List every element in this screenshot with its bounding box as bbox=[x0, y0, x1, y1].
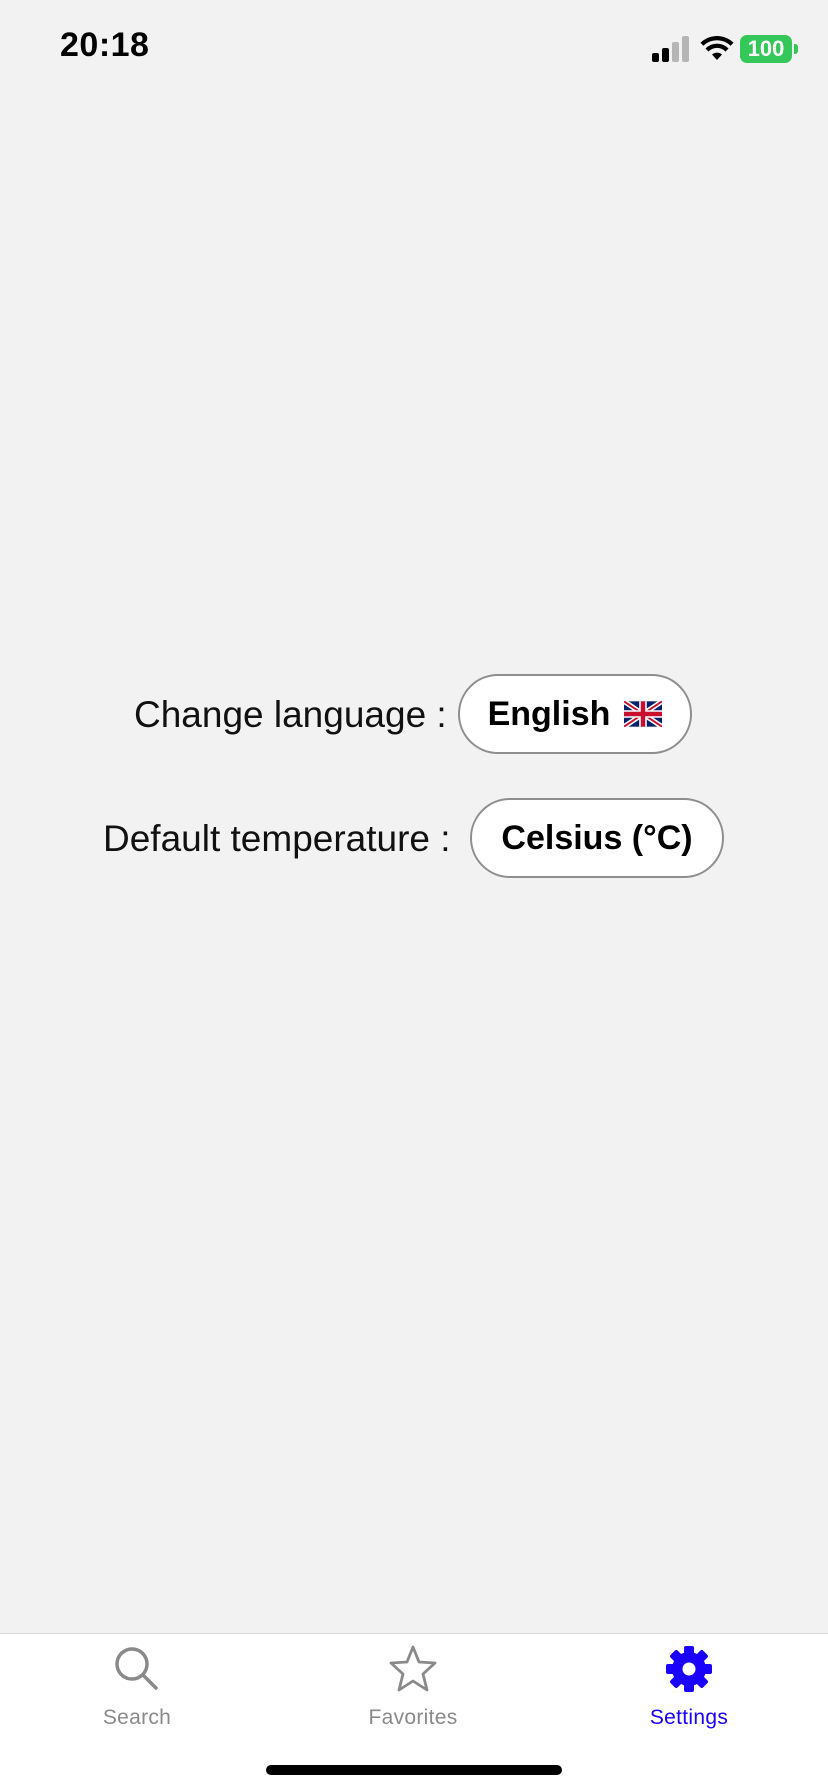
temperature-setting-row: Default temperature : Celsius (°C) bbox=[0, 798, 828, 882]
language-value: English bbox=[487, 694, 611, 733]
tab-favorites-label: Favorites bbox=[368, 1706, 458, 1729]
temperature-label: Default temperature : bbox=[103, 818, 451, 859]
uk-flag-icon bbox=[624, 701, 663, 727]
gear-icon bbox=[666, 1646, 712, 1692]
language-button[interactable]: English bbox=[458, 674, 692, 754]
battery-level: 100 bbox=[747, 36, 785, 61]
temperature-button[interactable]: Celsius (°C) bbox=[470, 798, 724, 878]
cellular-signal-icon bbox=[652, 36, 689, 62]
tab-settings[interactable]: Settings bbox=[589, 1644, 789, 1744]
home-indicator[interactable] bbox=[266, 1765, 562, 1775]
settings-screen: 20:18 100 Change language : English Defa… bbox=[0, 0, 828, 1792]
status-time: 20:18 bbox=[60, 26, 150, 64]
search-icon bbox=[115, 1647, 158, 1690]
tab-search[interactable]: Search bbox=[37, 1644, 237, 1744]
language-setting-row: Change language : English bbox=[0, 674, 828, 758]
wifi-icon bbox=[700, 36, 734, 60]
star-icon bbox=[389, 1645, 437, 1692]
battery-indicator: 100 bbox=[740, 35, 792, 63]
tab-settings-label: Settings bbox=[649, 1706, 729, 1729]
language-label: Change language : bbox=[134, 694, 447, 735]
temperature-value: Celsius (°C) bbox=[501, 818, 693, 857]
tab-search-label: Search bbox=[102, 1706, 172, 1729]
status-bar: 20:18 100 bbox=[0, 0, 828, 100]
battery-tip bbox=[794, 44, 798, 54]
tab-favorites[interactable]: Favorites bbox=[313, 1644, 513, 1744]
